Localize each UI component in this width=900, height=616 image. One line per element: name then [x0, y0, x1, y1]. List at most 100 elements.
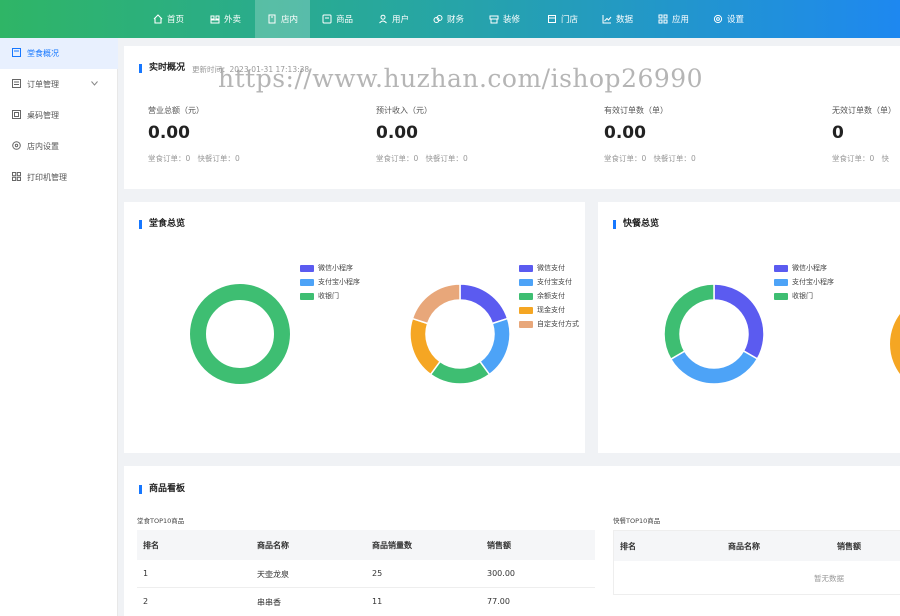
stat-sub: 堂食订单：0 快餐订单：0	[148, 153, 240, 164]
settings-icon	[12, 141, 21, 152]
nav-item-settings[interactable]: 设置	[713, 0, 744, 38]
sidebar-item-label: 店内设置	[27, 142, 59, 151]
nav-item-goods[interactable]: 商品	[322, 0, 353, 38]
donut-slice-3	[410, 317, 442, 376]
nav-label: 门店	[561, 15, 579, 25]
legend-label: 微信小程序	[792, 264, 827, 272]
legend-label: 支付宝小程序	[318, 278, 360, 286]
sidebar-item-printer[interactable]: 打印机管理	[0, 162, 118, 193]
stat-sub2-label: 快餐订单：	[425, 154, 463, 163]
sidebar-item-orders[interactable]: 订单管理	[0, 69, 118, 100]
watermark-text: https://www.huzhan.com/ishop26990	[218, 64, 704, 93]
stat-sub2-label: 快餐订单：	[197, 154, 235, 163]
goods-board-panel: 商品看板 堂食TOP10商品 排名 商品名称 商品销量数 销售额 1 天壶龙泉 …	[124, 466, 900, 616]
legend-swatch	[300, 292, 314, 300]
nav-item-finance[interactable]: 财务	[433, 0, 464, 38]
chevron-down-icon[interactable]	[91, 79, 98, 88]
legend-swatch	[519, 264, 533, 272]
sidebar-item-store-settings[interactable]: 店内设置	[0, 131, 118, 162]
stat-sub2-value: 0	[462, 154, 468, 163]
stat-label: 无效订单数（单）	[832, 106, 896, 115]
nav-label: 首页	[167, 15, 185, 25]
printer-icon	[12, 172, 22, 183]
stat-value: 0.00	[604, 123, 646, 143]
top-navigation-bar: 首页 外卖 店内 商品 用户 财务 装修 门店 数据 应用 设置	[0, 0, 900, 38]
nav-item-user[interactable]: 用户	[378, 0, 409, 38]
donut-slice-1	[669, 349, 759, 385]
user-icon	[378, 14, 388, 24]
stat-label: 营业总额（元）	[148, 106, 204, 115]
stat-value: 0.00	[148, 123, 190, 143]
dine-top10-caption: 堂食TOP10商品	[137, 517, 185, 525]
dine-in-panel: 堂食总览 微信小程序 支付宝小程序 收银门 微信支付 支付宝支付 余额支付 现金…	[124, 202, 585, 453]
sidebar-item-label: 桌码管理	[27, 111, 59, 120]
nav-label: 商品	[336, 15, 354, 25]
legend-swatch	[519, 306, 533, 314]
legend-swatch	[774, 278, 788, 286]
stat-sub1-value: 0	[185, 154, 191, 163]
finance-icon	[433, 14, 443, 24]
sidebar-item-overview[interactable]: 堂食概况	[0, 38, 118, 69]
legend-swatch	[519, 278, 533, 286]
apps-icon	[658, 14, 668, 24]
legend-swatch	[519, 292, 533, 300]
gear-icon	[713, 14, 723, 24]
sidebar-item-label: 订单管理	[27, 80, 59, 89]
fast-food-title: 快餐总览	[613, 220, 659, 229]
donut-slice-0	[459, 284, 509, 325]
nav-item-shop[interactable]: 门店	[547, 0, 578, 38]
qty-cell: 11	[372, 597, 383, 606]
nav-label: 设置	[727, 15, 745, 25]
name-cell: 串串香	[257, 598, 281, 607]
donut-slice-1	[478, 317, 511, 376]
partial-donut-chart	[890, 294, 900, 394]
table-row[interactable]	[137, 560, 595, 588]
qty-cell: 25	[372, 569, 383, 578]
legend-swatch	[774, 292, 788, 300]
legend-swatch	[519, 320, 533, 328]
home-icon	[153, 14, 163, 24]
goods-icon	[322, 14, 332, 24]
order-icon	[12, 79, 21, 90]
stat-sub2-value: 0	[234, 154, 240, 163]
table-header-cell: 销售额	[837, 542, 861, 551]
legend-item: 微信小程序	[774, 263, 827, 273]
dine-in-title: 堂食总览	[139, 220, 185, 229]
empty-state-text: 暂无数据	[814, 574, 844, 583]
sidebar-item-qrcode[interactable]: 桌码管理	[0, 100, 118, 131]
legend-item: 余额支付	[519, 291, 565, 301]
stat-sub2-value: 0	[690, 154, 696, 163]
stat-sub1-label: 堂食订单：	[832, 154, 870, 163]
nav-item-apps[interactable]: 应用	[658, 0, 689, 38]
table-header-cell: 商品名称	[728, 542, 760, 551]
stat-sub1-value: 0	[413, 154, 419, 163]
nav-item-decor[interactable]: 装修	[489, 0, 520, 38]
store-icon	[267, 14, 277, 24]
stat-sub: 堂食订单：0 快	[832, 153, 889, 164]
amount-cell: 300.00	[487, 569, 515, 578]
stat-sub: 堂食订单：0 快餐订单：0	[376, 153, 468, 164]
nav-item-delivery[interactable]: 外卖	[210, 0, 241, 38]
donut-slice-2	[664, 284, 715, 361]
table-row[interactable]	[137, 588, 595, 616]
legend-item: 支付宝支付	[519, 277, 572, 287]
overview-icon	[12, 48, 21, 59]
table-header-cell: 商品名称	[257, 541, 289, 550]
stat-label: 有效订单数（单）	[604, 106, 668, 115]
nav-item-store[interactable]: 店内	[255, 0, 311, 38]
nav-item-home[interactable]: 首页	[153, 0, 184, 38]
realtime-title: 实时概况	[139, 64, 185, 73]
stat-sub1-label: 堂食订单：	[604, 154, 642, 163]
legend-item: 现金支付	[519, 305, 565, 315]
stat-sub: 堂食订单：0 快餐订单：0	[604, 153, 696, 164]
legend-swatch	[774, 264, 788, 272]
stat-sub2-label: 快餐订单：	[653, 154, 691, 163]
legend-item: 自定支付方式	[519, 319, 579, 329]
legend-item: 微信支付	[519, 263, 565, 273]
stat-sub1-value: 0	[641, 154, 647, 163]
nav-label: 财务	[447, 15, 465, 25]
legend-label: 余额支付	[537, 292, 565, 300]
nav-item-data[interactable]: 数据	[602, 0, 633, 38]
sidebar: 堂食概况 订单管理 桌码管理 店内设置 打印机管理	[0, 38, 118, 616]
fast-food-panel: 快餐总览 微信小程序 支付宝小程序 收银门	[598, 202, 900, 453]
